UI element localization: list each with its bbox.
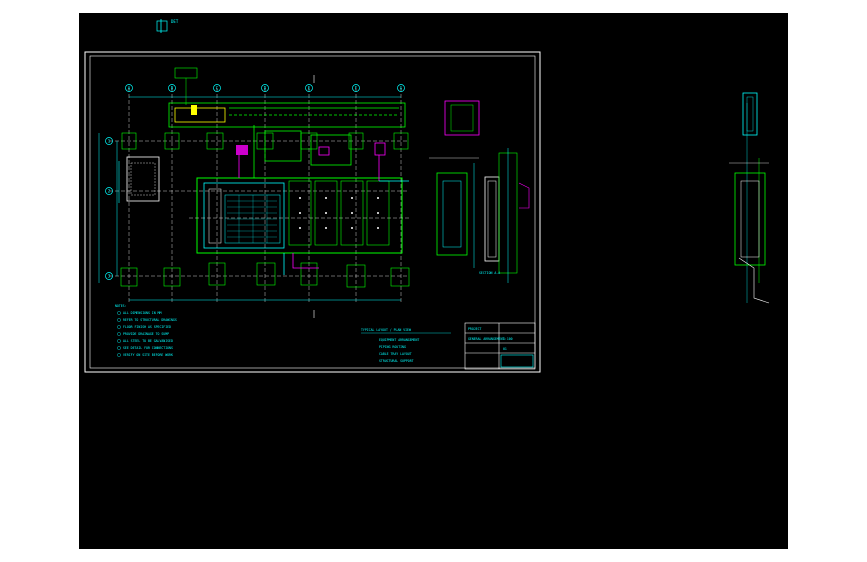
- svg-text:GENERAL ARRANGEMENT: GENERAL ARRANGEMENT: [468, 337, 505, 341]
- svg-text:REFER TO STRUCTURAL DRAWINGS: REFER TO STRUCTURAL DRAWINGS: [123, 318, 177, 322]
- svg-text:01: 01: [503, 347, 507, 351]
- notes-bullets: [117, 311, 121, 357]
- dimension-lines: [98, 96, 401, 301]
- highlight-tags: [174, 67, 386, 156]
- legend-block: TYPICAL LAYOUT / PLAN VIEW EQUIPMENT ARR…: [361, 328, 451, 363]
- main-hall: [189, 177, 409, 254]
- svg-text:E: E: [308, 86, 311, 91]
- svg-text:PROVIDE DRAINAGE TO SUMP: PROVIDE DRAINAGE TO SUMP: [123, 332, 169, 336]
- svg-text:NOTES:: NOTES:: [115, 304, 127, 308]
- svg-text:SEE DETAIL FOR CONNECTIONS: SEE DETAIL FOR CONNECTIONS: [123, 346, 173, 350]
- svg-text:FLOOR FINISH AS SPECIFIED: FLOOR FINISH AS SPECIFIED: [123, 325, 171, 329]
- svg-text:C: C: [216, 86, 219, 91]
- upper-corridor: [168, 102, 406, 166]
- svg-text:ALL STEEL TO BE GALVANISED: ALL STEEL TO BE GALVANISED: [123, 339, 173, 343]
- svg-text:A: A: [128, 86, 131, 91]
- svg-text:DET: DET: [171, 19, 179, 24]
- svg-text:ALL DIMENSIONS IN MM: ALL DIMENSIONS IN MM: [123, 311, 161, 315]
- svg-text:TYPICAL LAYOUT / PLAN VIEW: TYPICAL LAYOUT / PLAN VIEW: [361, 328, 411, 332]
- svg-text:F: F: [355, 86, 358, 91]
- svg-text:SECTION A-A: SECTION A-A: [479, 271, 500, 275]
- svg-text:B: B: [171, 86, 174, 91]
- drawing-canvas[interactable]: DET A B C D E F G 1 2 3 SECTION A-A NOTE…: [79, 13, 788, 549]
- svg-text:VERIFY ON SITE BEFORE WORK: VERIFY ON SITE BEFORE WORK: [123, 353, 173, 357]
- svg-text:PROJECT: PROJECT: [468, 327, 482, 331]
- far-right-detail: [729, 92, 770, 304]
- cad-viewport[interactable]: DET A B C D E F G 1 2 3 SECTION A-A NOTE…: [79, 13, 788, 549]
- title-block-text: PROJECT GENERAL ARRANGEMENT 1:100 01: [468, 327, 513, 351]
- svg-text:EQUIPMENT ARRANGEMENT: EQUIPMENT ARRANGEMENT: [379, 338, 419, 342]
- section-detail-right: SECTION A-A: [479, 148, 530, 283]
- svg-text:CABLE TRAY LAYOUT: CABLE TRAY LAYOUT: [379, 352, 412, 356]
- left-equipment: [118, 156, 160, 203]
- top-callout: DET: [156, 19, 179, 33]
- svg-text:1:100: 1:100: [503, 337, 513, 341]
- grid-lines: [109, 88, 409, 303]
- notes-block: NOTES: ALL DIMENSIONS IN MM REFER TO STR…: [115, 304, 177, 357]
- grid-bubbles-top: [105, 84, 405, 280]
- sheet-frame: [84, 51, 541, 373]
- svg-text:D: D: [264, 86, 267, 91]
- section-detail-mid: [429, 100, 480, 268]
- svg-text:STRUCTURAL SUPPORT: STRUCTURAL SUPPORT: [379, 359, 414, 363]
- svg-text:G: G: [400, 86, 403, 91]
- grid-labels: A B C D E F G 1 2 3: [108, 86, 403, 279]
- equipment-hatch: [227, 195, 277, 243]
- svg-text:PIPING ROUTING: PIPING ROUTING: [379, 345, 406, 349]
